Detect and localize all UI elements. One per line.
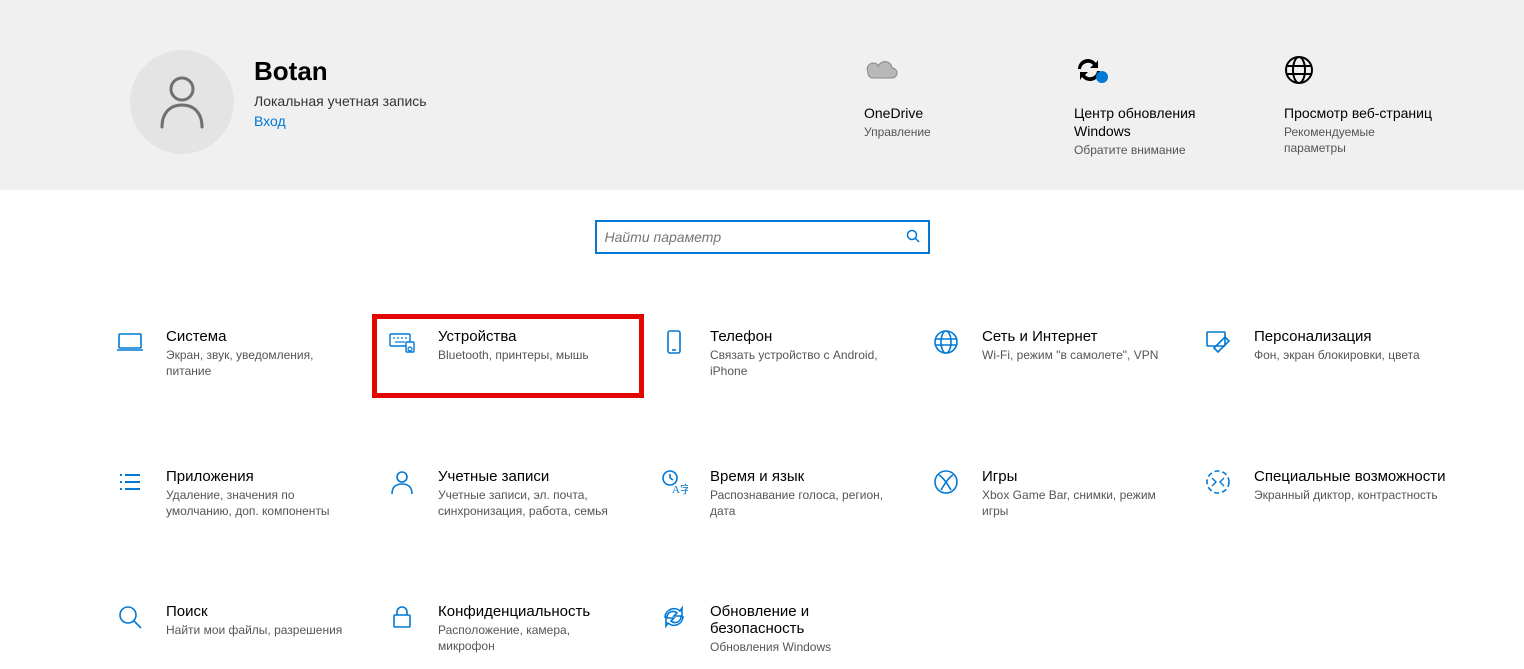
tile-sub: Распознавание голоса, регион, дата <box>710 487 900 519</box>
category-phone[interactable]: Телефон Связать устройство с Android, iPh… <box>644 314 916 398</box>
keyboard-icon <box>388 328 416 356</box>
quick-sub: Рекомендуемые параметры <box>1284 124 1434 156</box>
tile-sub: Bluetooth, принтеры, мышь <box>438 347 628 363</box>
category-apps[interactable]: Приложения Удаление, значения по умолчани… <box>100 454 372 533</box>
category-search[interactable]: Поиск Найти мои файлы, разрешения <box>100 589 372 669</box>
search-icon <box>116 603 144 631</box>
tile-title: Приложения <box>166 468 362 485</box>
category-personalization[interactable]: Персонализация Фон, экран блокировки, цве… <box>1188 314 1460 398</box>
tile-sub: Связать устройство с Android, iPhone <box>710 347 900 379</box>
sync-icon <box>660 603 688 631</box>
tile-title: Обновление и безопасность <box>710 603 906 637</box>
tile-title: Сеть и Интернет <box>982 328 1178 345</box>
lock-icon <box>388 603 416 631</box>
cloud-icon <box>864 58 900 82</box>
tile-sub: Удаление, значения по умолчанию, доп. ко… <box>166 487 356 519</box>
quick-tiles: OneDrive Управление Центр обновления Win… <box>864 50 1434 190</box>
tile-sub: Экран, звук, уведомления, питание <box>166 347 356 379</box>
xbox-icon <box>932 468 960 496</box>
tile-title: Устройства <box>438 328 634 345</box>
laptop-icon <box>116 328 144 356</box>
quick-sub: Обратите внимание <box>1074 142 1224 158</box>
search-input[interactable] <box>605 229 906 245</box>
category-gaming[interactable]: Игры Xbox Game Bar, снимки, режим игры <box>916 454 1188 533</box>
time-language-icon: A字 <box>660 468 688 496</box>
tile-title: Специальные возможности <box>1254 468 1450 485</box>
paint-icon <box>1204 328 1232 356</box>
category-devices[interactable]: Устройства Bluetooth, принтеры, мышь <box>372 314 644 398</box>
category-accounts[interactable]: Учетные записи Учетные записи, эл. почта,… <box>372 454 644 533</box>
quick-windows-update[interactable]: Центр обновления Windows Обратите вниман… <box>1074 50 1224 190</box>
ease-of-access-icon <box>1204 468 1232 496</box>
header-panel: Botan Локальная учетная запись Вход OneD… <box>0 0 1524 190</box>
signin-link[interactable]: Вход <box>254 113 427 129</box>
search-box[interactable] <box>595 220 930 254</box>
quick-title: OneDrive <box>864 104 1014 122</box>
quick-title: Центр обновления Windows <box>1074 104 1224 140</box>
sync-alert-icon <box>1074 55 1110 85</box>
tile-sub: Расположение, камера, микрофон <box>438 622 628 654</box>
tile-title: Система <box>166 328 362 345</box>
tile-sub: Найти мои файлы, разрешения <box>166 622 356 638</box>
quick-web-browsing[interactable]: Просмотр веб-страниц Рекомендуемые парам… <box>1284 50 1434 190</box>
category-privacy[interactable]: Конфиденциальность Расположение, камера, … <box>372 589 644 669</box>
tile-title: Поиск <box>166 603 362 620</box>
tile-sub: Обновления Windows <box>710 639 900 655</box>
user-block: Botan Локальная учетная запись Вход <box>130 50 427 190</box>
tile-sub: Wi-Fi, режим "в самолете", VPN <box>982 347 1172 363</box>
tile-sub: Xbox Game Bar, снимки, режим игры <box>982 487 1172 519</box>
categories-grid: Система Экран, звук, уведомления, питание… <box>0 254 1524 669</box>
category-system[interactable]: Система Экран, звук, уведомления, питание <box>100 314 372 398</box>
apps-list-icon <box>116 468 144 496</box>
tile-title: Игры <box>982 468 1178 485</box>
tile-title: Персонализация <box>1254 328 1450 345</box>
category-network[interactable]: Сеть и Интернет Wi-Fi, режим "в самолете"… <box>916 314 1188 398</box>
globe-icon <box>1284 55 1314 85</box>
quick-onedrive[interactable]: OneDrive Управление <box>864 50 1014 190</box>
tile-title: Телефон <box>710 328 906 345</box>
person-icon <box>158 75 206 129</box>
tile-title: Время и язык <box>710 468 906 485</box>
tile-sub: Фон, экран блокировки, цвета <box>1254 347 1444 363</box>
tile-title: Учетные записи <box>438 468 634 485</box>
svg-text:A字: A字 <box>672 482 688 496</box>
tile-title: Конфиденциальность <box>438 603 634 620</box>
quick-title: Просмотр веб-страниц <box>1284 104 1434 122</box>
account-type-label: Локальная учетная запись <box>254 93 427 109</box>
quick-sub: Управление <box>864 124 1014 140</box>
tile-sub: Экранный диктор, контрастность <box>1254 487 1444 503</box>
globe-icon <box>932 328 960 356</box>
person-icon <box>388 468 416 496</box>
phone-icon <box>660 328 688 356</box>
category-update-security[interactable]: Обновление и безопасность Обновления Wind… <box>644 589 916 669</box>
category-ease-of-access[interactable]: Специальные возможности Экранный диктор, … <box>1188 454 1460 533</box>
search-icon[interactable] <box>906 229 920 246</box>
user-name: Botan <box>254 56 427 87</box>
avatar[interactable] <box>130 50 234 154</box>
search-row <box>0 220 1524 254</box>
tile-sub: Учетные записи, эл. почта, синхронизация… <box>438 487 628 519</box>
category-time-language[interactable]: A字 Время и язык Распознавание голоса, рег… <box>644 454 916 533</box>
